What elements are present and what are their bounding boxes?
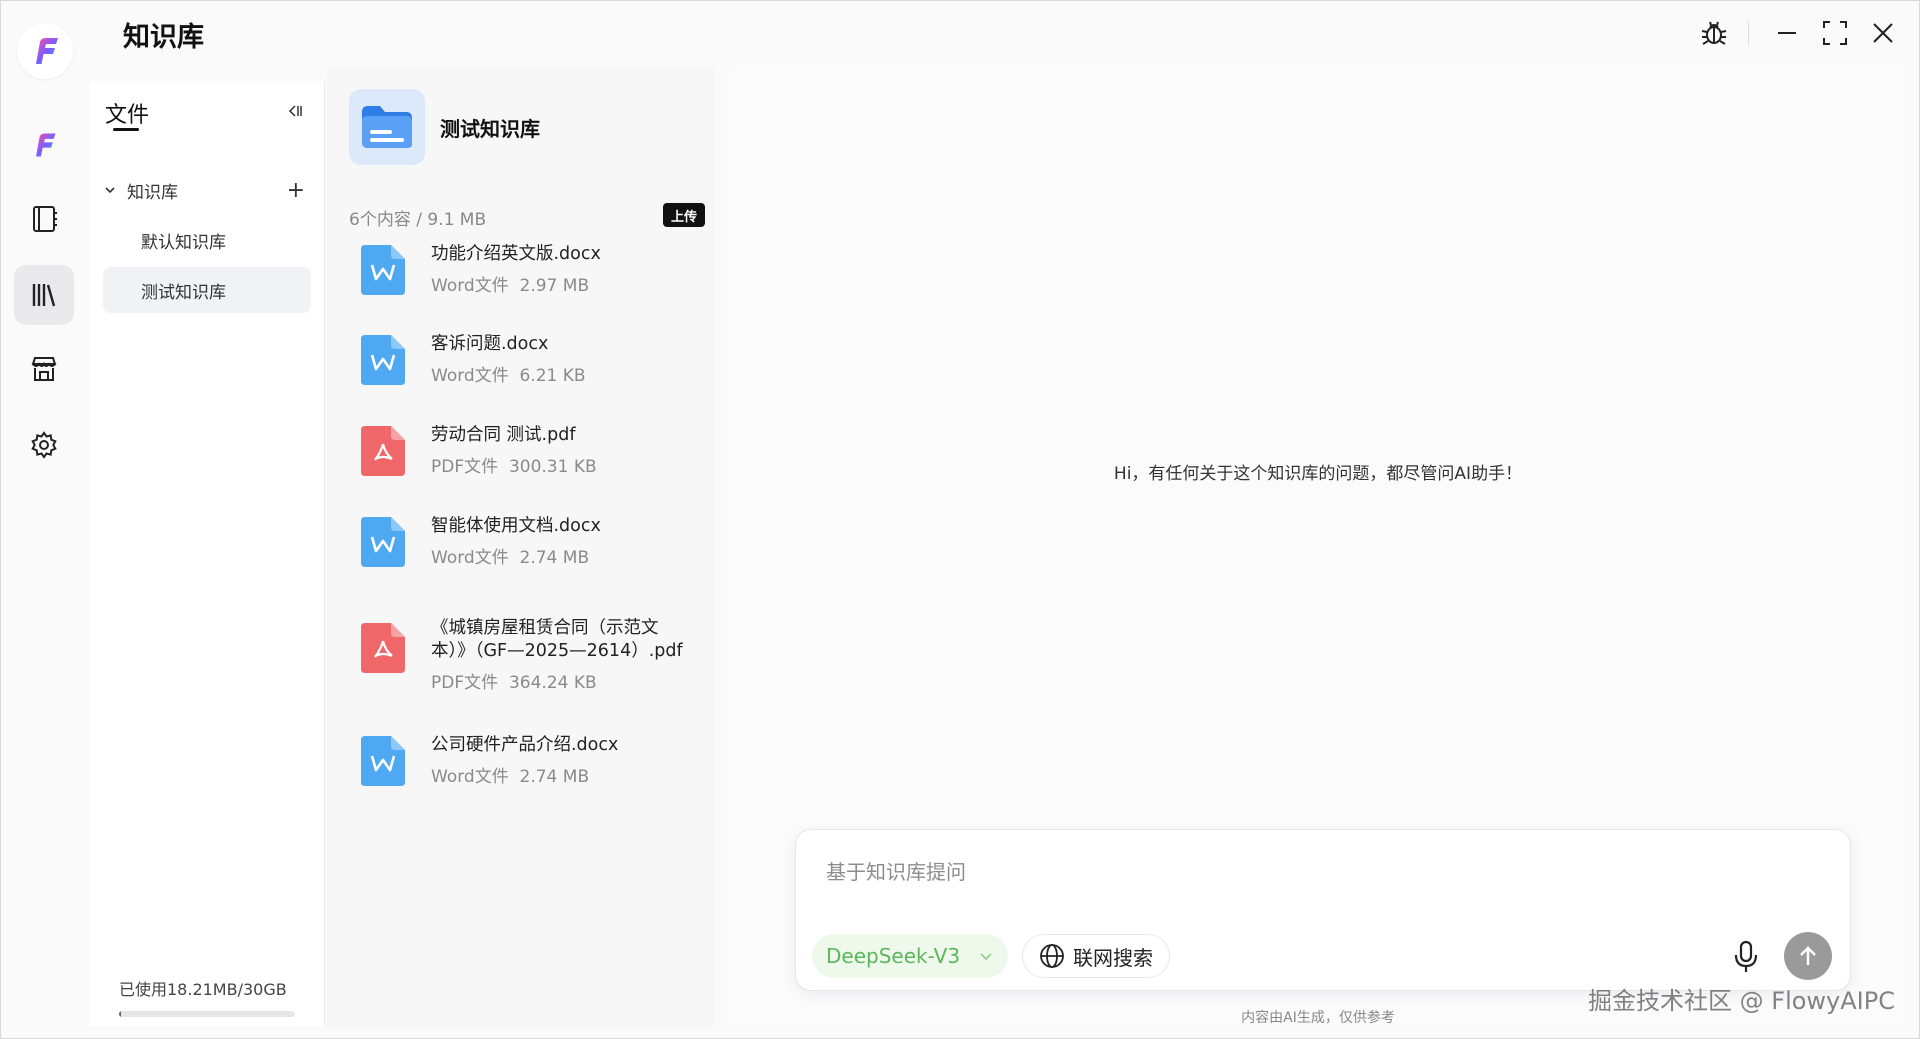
tree-item-label: 默认知识库: [141, 232, 226, 253]
watermark: 掘金技术社区 @ FlowyAIPC: [1588, 987, 1895, 1015]
file-item[interactable]: 功能介绍英文版.docx Word文件 2.97 MB: [361, 243, 705, 296]
tree-header: 文件: [105, 103, 150, 128]
rail-home-logo-icon[interactable]: [14, 115, 74, 175]
file-size: 300.31 KB: [508, 457, 597, 477]
pdf-file-icon: [361, 623, 405, 673]
file-name: 功能介绍英文版.docx: [431, 244, 601, 264]
app-window: 知识库 文件 知识库 + 默认知识库 测试知识库 已使用18.21MB/30GB…: [0, 0, 1920, 1039]
store-icon[interactable]: [14, 339, 74, 399]
title-bar: 知识库: [1, 1, 1919, 67]
file-type: Word文件: [431, 548, 509, 568]
file-name: 智能体使用文档.docx: [431, 516, 601, 536]
chevron-down-icon: [980, 953, 992, 961]
file-type: Word文件: [431, 767, 509, 787]
microphone-icon[interactable]: [1732, 940, 1760, 978]
chat-input-box: DeepSeek-V3 联网搜索: [795, 829, 1851, 991]
file-item[interactable]: 公司硬件产品介绍.docx Word文件 2.74 MB: [361, 734, 705, 787]
file-name-line-2: 本）》（GF—2025—2614）.pdf: [431, 641, 683, 661]
close-icon[interactable]: [1859, 13, 1907, 53]
pdf-file-icon: [361, 426, 405, 476]
tree-group-knowledge-base[interactable]: 知识库 +: [103, 175, 311, 205]
model-select[interactable]: DeepSeek-V3: [812, 934, 1009, 978]
model-select-label: DeepSeek-V3: [826, 944, 961, 968]
separator: [1748, 21, 1749, 45]
file-name: 劳动合同 测试.pdf: [431, 425, 576, 445]
file-name-line-1: 《城镇房屋租赁合同（示范文: [431, 618, 659, 638]
storage-usage-fill: [119, 1011, 122, 1017]
tree-group-label: 知识库: [127, 182, 178, 203]
tree-item-default-kb[interactable]: 默认知识库: [103, 217, 311, 263]
file-item[interactable]: 劳动合同 测试.pdf PDF文件 300.31 KB: [361, 424, 705, 477]
library-icon[interactable]: [14, 265, 74, 325]
file-size: 6.21 KB: [519, 366, 586, 386]
file-type: Word文件: [431, 366, 509, 386]
kb-summary: 6个内容 / 9.1 MB: [349, 210, 487, 230]
minimize-icon[interactable]: [1763, 13, 1811, 53]
web-search-toggle[interactable]: 联网搜索: [1022, 934, 1170, 978]
file-type: Word文件: [431, 276, 509, 296]
file-size: 364.24 KB: [508, 673, 597, 693]
send-button[interactable]: [1784, 932, 1832, 980]
app-logo-icon[interactable]: [17, 23, 73, 79]
question-input[interactable]: [826, 852, 1806, 892]
add-kb-icon[interactable]: +: [287, 178, 305, 203]
word-file-icon: [361, 517, 405, 567]
word-file-icon: [361, 335, 405, 385]
tree-item-label: 测试知识库: [141, 282, 226, 303]
file-name: 客诉问题.docx: [431, 334, 549, 354]
file-type: PDF文件: [431, 457, 499, 477]
kb-title: 测试知识库: [440, 117, 540, 141]
header-underline: [113, 128, 139, 131]
file-item[interactable]: 客诉问题.docx Word文件 6.21 KB: [361, 333, 705, 386]
collapse-panel-icon[interactable]: [288, 103, 304, 123]
upload-button[interactable]: 上传: [662, 203, 705, 227]
globe-icon: [1040, 944, 1064, 968]
word-file-icon: [361, 245, 405, 295]
file-size: 2.74 MB: [519, 767, 590, 787]
bug-icon[interactable]: [1690, 13, 1738, 53]
arrow-up-icon: [1800, 946, 1816, 965]
file-item[interactable]: 《城镇房屋租赁合同（示范文 本）》（GF—2025—2614）.pdf PDF文…: [361, 617, 705, 693]
window-controls: [1690, 13, 1907, 53]
settings-icon[interactable]: [14, 415, 74, 475]
storage-usage-text: 已使用18.21MB/30GB: [119, 980, 287, 999]
tree-item-test-kb[interactable]: 测试知识库: [103, 267, 311, 313]
word-file-icon: [361, 736, 405, 786]
file-tree-panel: 文件 知识库 + 默认知识库 测试知识库 已使用18.21MB/30GB: [89, 81, 325, 1026]
folder-icon: [349, 89, 425, 165]
storage-usage-bar: [119, 1011, 295, 1017]
file-type: PDF文件: [431, 673, 499, 693]
maximize-icon[interactable]: [1811, 13, 1859, 53]
web-search-label: 联网搜索: [1073, 945, 1153, 970]
page-title: 知识库: [123, 22, 204, 53]
assistant-greeting: Hi，有任何关于这个知识库的问题，都尽管问AI助手！: [1113, 464, 1523, 484]
file-list-panel: 测试知识库 6个内容 / 9.1 MB 上传 功能介绍英文版.docx Word…: [327, 67, 715, 1027]
file-size: 2.74 MB: [519, 548, 590, 568]
chevron-down-icon: [105, 187, 115, 194]
left-rail: [1, 1, 87, 1039]
file-size: 2.97 MB: [519, 276, 590, 296]
notebook-icon[interactable]: [14, 189, 74, 249]
file-name: 公司硬件产品介绍.docx: [431, 735, 619, 755]
chat-panel: Hi，有任何关于这个知识库的问题，都尽管问AI助手！ DeepSeek-V3 联…: [729, 67, 1907, 1027]
file-item[interactable]: 智能体使用文档.docx Word文件 2.74 MB: [361, 515, 705, 568]
